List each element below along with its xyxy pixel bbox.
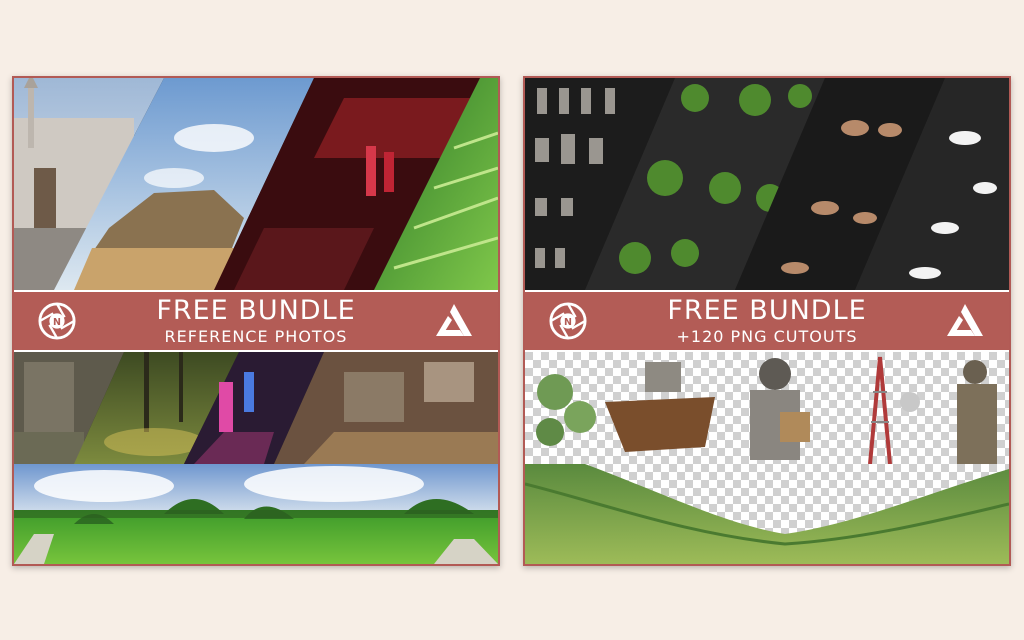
svg-text:N: N xyxy=(564,317,572,328)
reference-photos-bundle-card[interactable]: N FREE BUNDLE REFERENCE PHOTOS xyxy=(12,76,500,566)
artstation-icon xyxy=(947,304,983,336)
title-band: N FREE BUNDLE +120 PNG CUTOUTS xyxy=(525,290,1009,352)
valley-panorama xyxy=(525,464,1009,564)
bundle-subtitle: REFERENCE PHOTOS xyxy=(164,327,348,346)
bottom-photo-collage xyxy=(14,352,498,464)
bottom-cutout-collage xyxy=(525,352,1009,464)
aperture-n-icon: N xyxy=(38,302,76,340)
title-band: N FREE BUNDLE REFERENCE PHOTOS xyxy=(14,290,498,352)
bundle-title: FREE BUNDLE xyxy=(156,295,356,326)
bundle-title: FREE BUNDLE xyxy=(667,295,867,326)
bundle-subtitle: +120 PNG CUTOUTS xyxy=(676,327,858,346)
top-cutout-collage xyxy=(525,78,1009,290)
aperture-n-icon: N xyxy=(549,302,587,340)
artstation-icon xyxy=(436,304,472,336)
top-photo-collage xyxy=(14,78,498,290)
png-cutouts-bundle-card[interactable]: N FREE BUNDLE +120 PNG CUTOUTS xyxy=(523,76,1011,566)
svg-text:N: N xyxy=(53,317,61,328)
rice-field-panorama xyxy=(14,464,498,564)
